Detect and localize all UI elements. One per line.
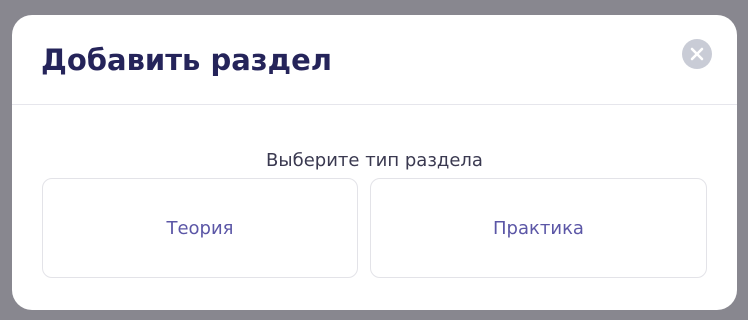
practice-option-label: Практика [493, 217, 584, 239]
dialog-header: Добавить раздел [12, 15, 737, 105]
dialog-title: Добавить раздел [41, 43, 332, 77]
section-type-prompt: Выберите тип раздела [266, 150, 483, 171]
theory-option-label: Теория [166, 217, 234, 239]
close-icon [690, 47, 704, 61]
add-section-dialog: Добавить раздел Выберите тип раздела Тео… [12, 15, 737, 310]
theory-option-button[interactable]: Теория [42, 178, 358, 278]
practice-option-button[interactable]: Практика [370, 178, 707, 278]
close-button[interactable] [682, 39, 712, 69]
